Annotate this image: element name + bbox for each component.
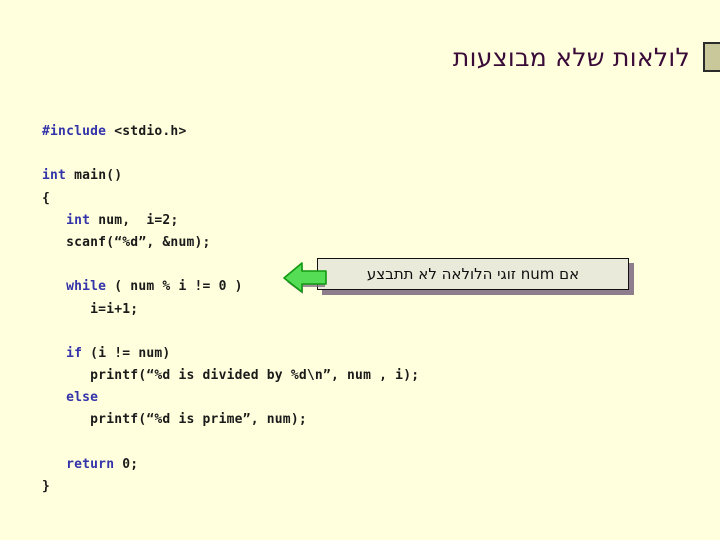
code-text: (i != num): [82, 345, 171, 361]
code-line: scanf(“%d”, &num);: [42, 232, 602, 254]
code-line: }: [42, 476, 602, 498]
code-text: i=i+1;: [42, 301, 139, 317]
slide-canvas: לולאות שלא מבוצעות #include <stdio.h> in…: [0, 0, 720, 540]
code-line: return 0;: [42, 454, 602, 476]
callout-box: אם num זוגי הלולאה לא תתבצע: [317, 258, 629, 290]
code-keyword: return: [42, 456, 115, 472]
code-line: int main(): [42, 165, 602, 187]
decorative-square: [703, 42, 720, 72]
code-line: {: [42, 188, 602, 210]
code-text: 0;: [114, 456, 139, 472]
code-keyword: else: [42, 390, 99, 406]
code-keyword: int: [42, 212, 91, 228]
code-text: ( num % i != 0 ): [106, 279, 243, 295]
code-keyword: while: [42, 279, 107, 295]
code-text: printf(“%d is prime”, num);: [42, 412, 307, 428]
page-title: לולאות שלא מבוצעות: [452, 43, 690, 72]
callout-text: אם num זוגי הלולאה לא תתבצע: [366, 265, 580, 283]
code-text: num, i=2;: [90, 212, 179, 228]
code-line: if (i != num): [42, 343, 602, 365]
code-text: scanf(“%d”, &num);: [42, 234, 211, 250]
code-line: else: [42, 387, 602, 409]
annotation-callout: אם num זוגי הלולאה לא תתבצע: [317, 258, 634, 295]
code-keyword: int: [42, 168, 67, 184]
code-text: main(): [66, 168, 123, 184]
code-keyword: if: [42, 345, 83, 361]
slide-title-bar: לולאות שלא מבוצעות: [0, 42, 690, 74]
code-listing: #include <stdio.h> int main() { int num,…: [42, 121, 602, 498]
code-text: }: [42, 479, 51, 494]
code-line: #include <stdio.h>: [42, 121, 602, 143]
code-text: {: [42, 190, 51, 206]
code-line: printf(“%d is divided by %d\n”, num , i)…: [42, 365, 602, 387]
code-line: int num, i=2;: [42, 210, 602, 232]
code-text: printf(“%d is divided by %d\n”, num , i)…: [42, 368, 420, 384]
code-line: printf(“%d is prime”, num);: [42, 409, 602, 431]
code-line: i=i+1;: [42, 299, 602, 321]
code-keyword: #include: [42, 124, 107, 139]
code-text: <stdio.h>: [106, 124, 187, 139]
